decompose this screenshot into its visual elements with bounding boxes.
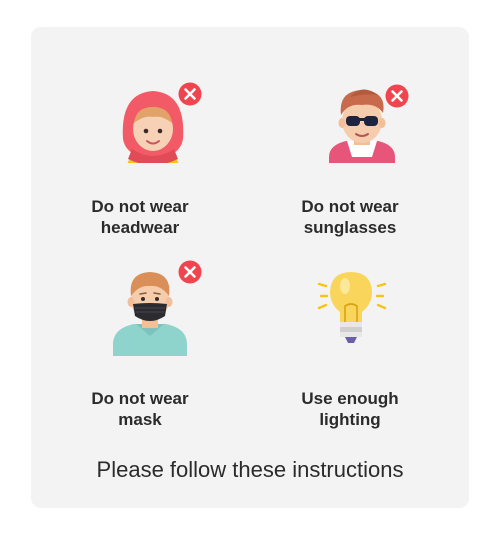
person-headscarf-icon [122, 91, 184, 163]
person-sunglasses-icon [329, 89, 395, 163]
instruction-label: Do not wear mask [40, 388, 240, 430]
label-line-2: sunglasses [303, 218, 397, 237]
not-allowed-icon [178, 82, 202, 106]
label-line-1: Use enough [301, 389, 399, 408]
label-line-2: headwear [100, 218, 180, 237]
label-line-2: lighting [319, 410, 381, 429]
not-allowed-icon [385, 84, 409, 108]
instruction-label: Do not wear headwear [40, 196, 240, 238]
label-line-1: Do not wear [91, 389, 189, 408]
label-line-2: mask [118, 410, 162, 429]
label-line-1: Do not wear [91, 197, 189, 216]
instructions-card: Do not wear headwear Do not wear sunglas… [31, 27, 469, 508]
instruction-label: Do not wear sunglasses [250, 196, 450, 238]
instruction-label: Use enough lighting [250, 388, 450, 430]
not-allowed-icon [178, 260, 202, 284]
label-line-1: Do not wear [301, 197, 399, 216]
lightbulb-icon [317, 272, 387, 343]
footer-message: Please follow these instructions [96, 457, 404, 482]
person-mask-icon [113, 272, 187, 356]
